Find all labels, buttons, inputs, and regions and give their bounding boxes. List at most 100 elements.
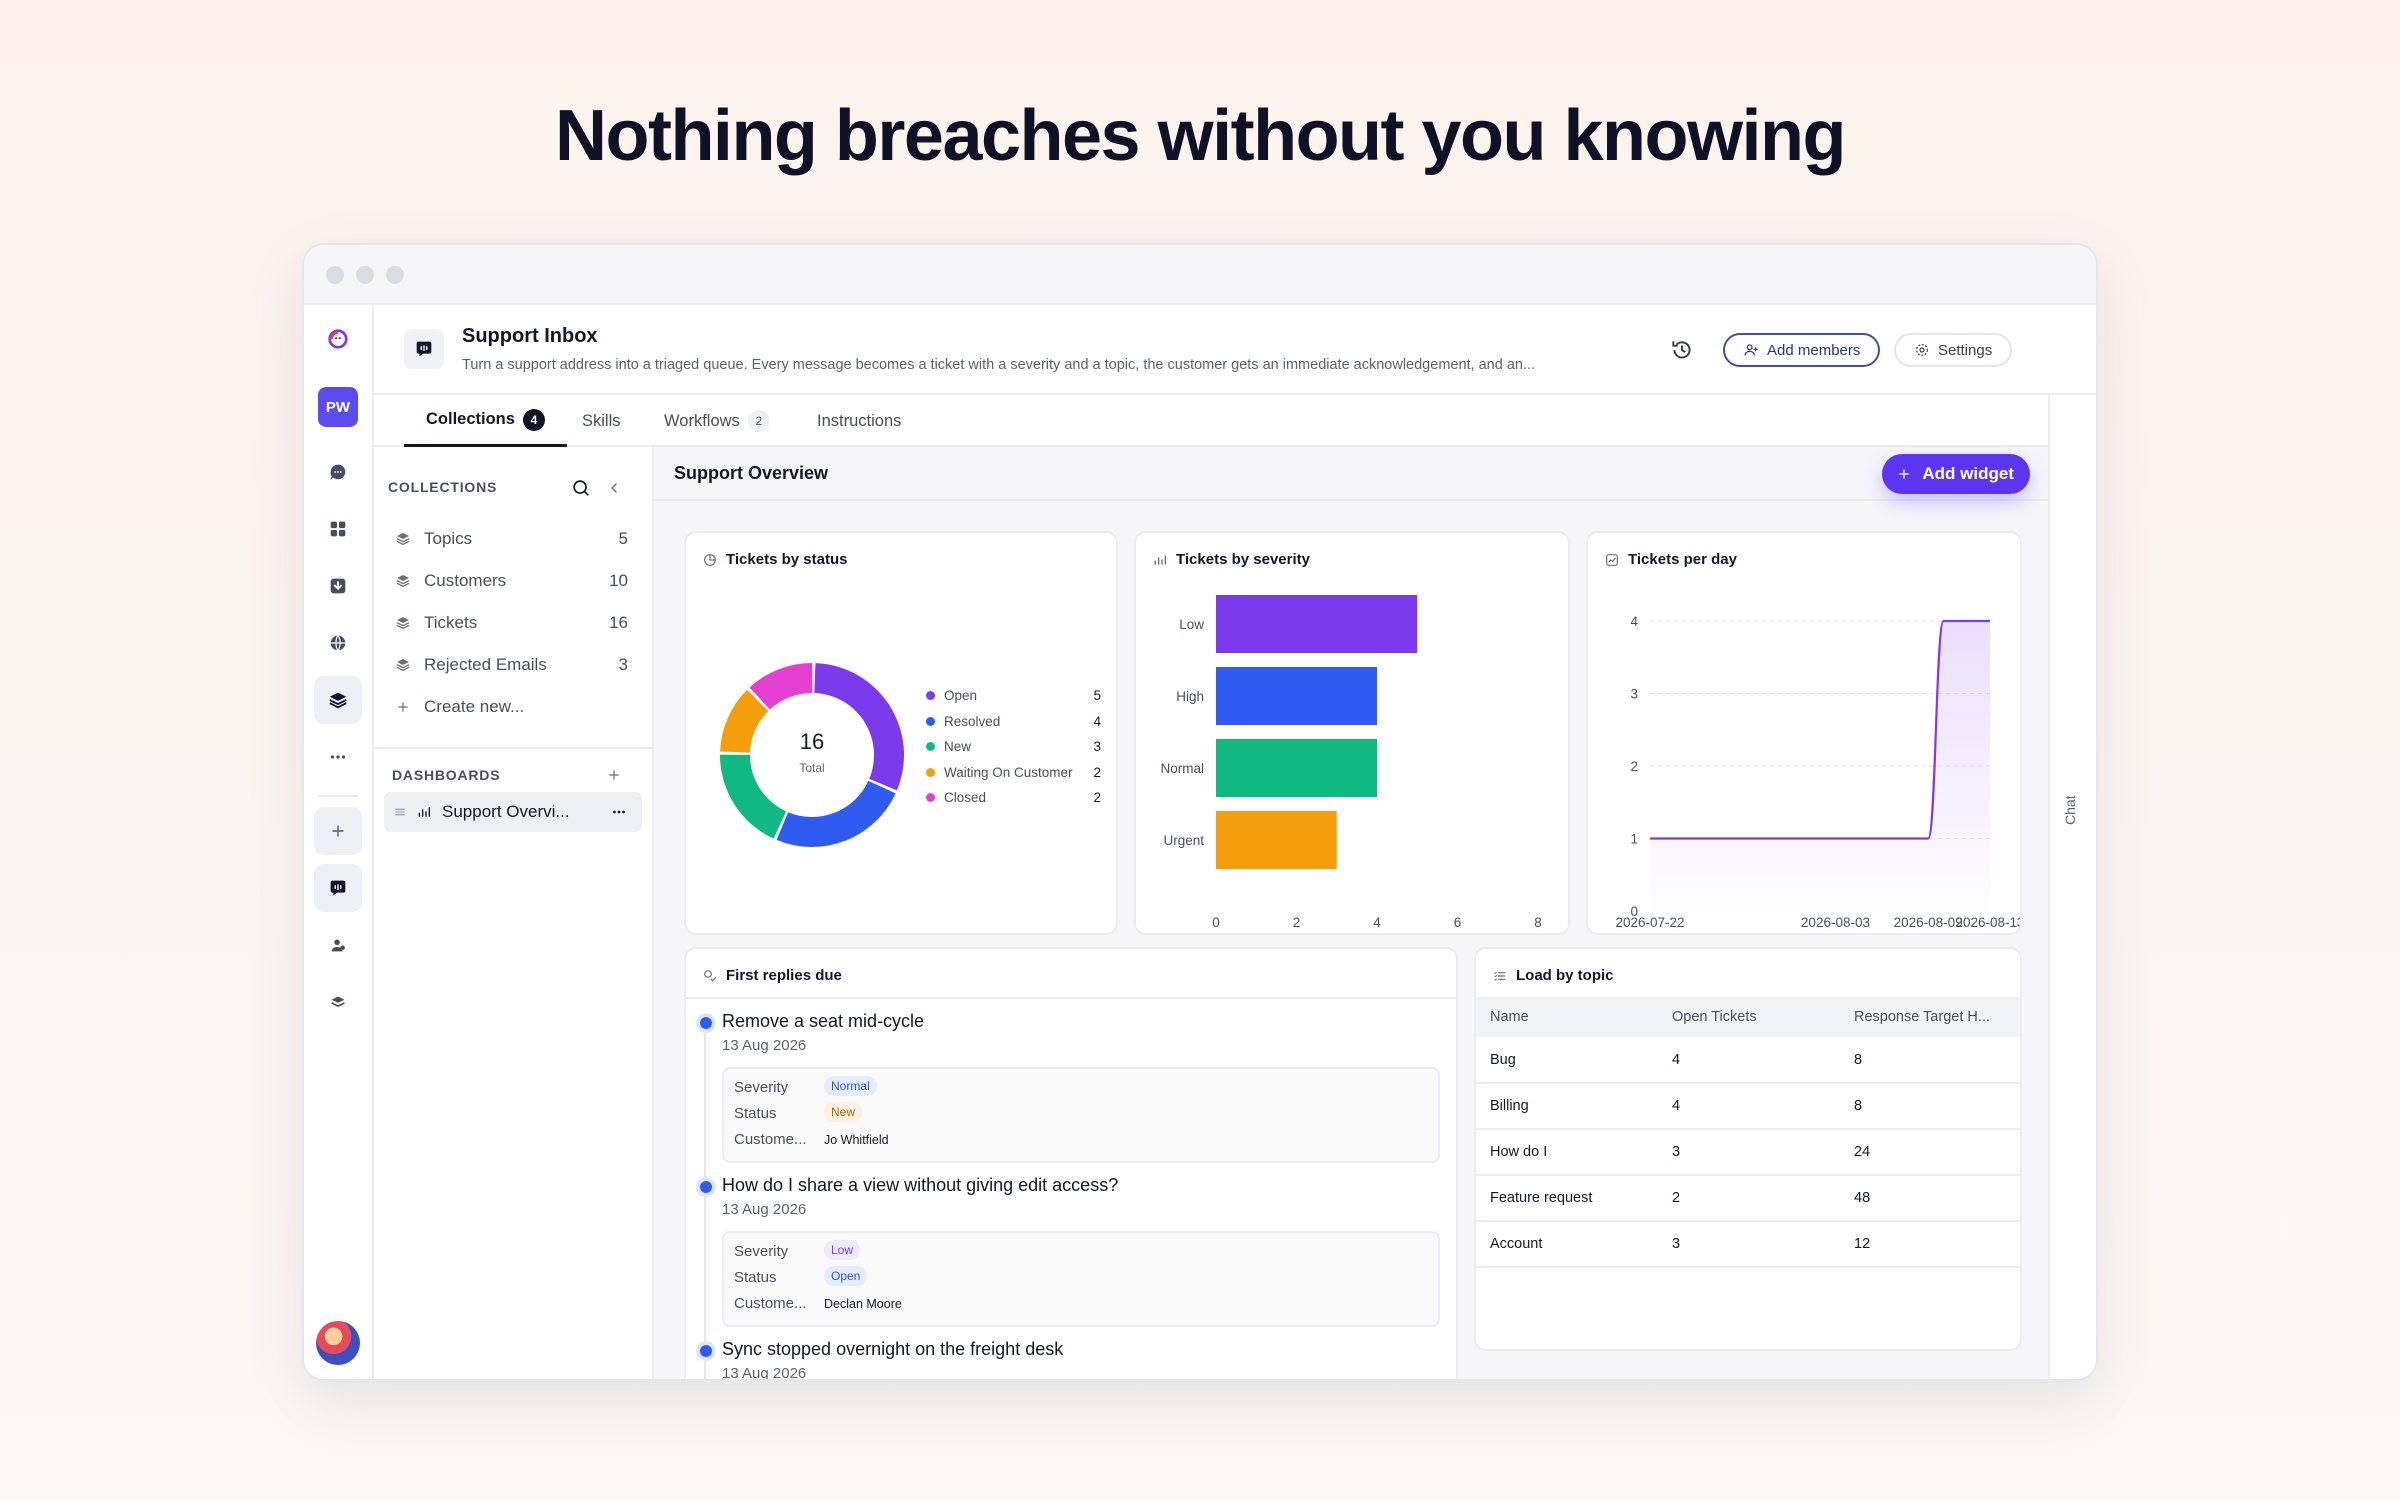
pie-chart-icon bbox=[704, 553, 716, 566]
table-cell: 48 bbox=[1840, 1175, 2020, 1222]
collection-item-tickets[interactable]: Tickets 16 bbox=[396, 608, 636, 638]
customer-label: Custome... bbox=[734, 1131, 807, 1148]
severity-badge: Normal bbox=[824, 1076, 877, 1096]
reply-details: Severity Low Status Open Custome... Decl… bbox=[722, 1231, 1440, 1327]
chat-panel-label: Chat bbox=[2062, 795, 2078, 825]
tab-instructions[interactable]: Instructions bbox=[817, 395, 901, 447]
collection-count: 10 bbox=[609, 571, 628, 590]
column-header[interactable]: Name bbox=[1476, 997, 1658, 1037]
support-inbox-app-icon[interactable] bbox=[314, 864, 362, 912]
layers-icon bbox=[396, 659, 410, 672]
status-legend: Open 5 Resolved 4 New 3 Waiting On Customer 2 Cl… bbox=[926, 688, 1106, 828]
notifications-button[interactable] bbox=[2096, 327, 2098, 373]
tab-workflows[interactable]: Workflows 2 bbox=[664, 395, 770, 447]
legend-swatch bbox=[926, 793, 935, 802]
x-tick-label: 2 bbox=[1293, 915, 1301, 930]
timeline-dot bbox=[700, 1181, 712, 1193]
table-row[interactable]: Billing 4 8 bbox=[1476, 1083, 2020, 1130]
column-header[interactable]: Open Tickets bbox=[1658, 997, 1840, 1037]
widget-first-replies-due: First replies due Remove a seat mid-cycl… bbox=[684, 947, 1458, 1379]
apps-grid-icon[interactable] bbox=[314, 505, 362, 553]
per-day-line-chart: 012342026-07-22 2026-08-03 2026-08-092026-… bbox=[1615, 614, 2020, 930]
reply-item[interactable]: Sync stopped overnight on the freight de… bbox=[700, 1339, 1063, 1379]
table-row[interactable]: Bug 4 8 bbox=[1476, 1037, 2020, 1084]
user-avatar[interactable] bbox=[316, 1321, 360, 1365]
collection-item-topics[interactable]: Topics 5 bbox=[396, 524, 636, 554]
collection-item-rejected-emails[interactable]: Rejected Emails 3 bbox=[396, 650, 636, 680]
add-widget-button[interactable]: Add widget bbox=[1882, 454, 2030, 494]
history-icon[interactable] bbox=[1669, 337, 1695, 363]
legend-item[interactable]: Resolved 4 bbox=[926, 714, 1101, 729]
category-label: Normal bbox=[1160, 761, 1204, 776]
search-icon[interactable] bbox=[570, 477, 592, 499]
globe-icon[interactable] bbox=[314, 619, 362, 667]
legend-swatch bbox=[926, 742, 935, 751]
donut-slice-resolved[interactable] bbox=[776, 780, 896, 847]
collections-heading: COLLECTIONS bbox=[388, 479, 498, 495]
category-label: High bbox=[1176, 689, 1204, 704]
severity-bar-low[interactable] bbox=[1216, 595, 1418, 653]
window-dot-zoom[interactable] bbox=[386, 266, 404, 284]
workspace-avatar[interactable]: PW bbox=[318, 387, 358, 427]
table-cell: Bug bbox=[1476, 1037, 1658, 1084]
widget-tickets-by-severity: Tickets by severity Low High Normal Urgent 0… bbox=[1134, 531, 1570, 935]
people-icon[interactable] bbox=[314, 921, 362, 969]
settings-button[interactable]: Settings bbox=[1894, 333, 2013, 367]
window-dot-minimize[interactable] bbox=[356, 266, 374, 284]
severity-bar-normal[interactable] bbox=[1216, 739, 1377, 797]
tab-skills[interactable]: Skills bbox=[582, 395, 621, 447]
legend-item[interactable]: Waiting On Customer 2 bbox=[926, 765, 1101, 780]
status-badge: Open bbox=[824, 1266, 868, 1286]
table-cell: 24 bbox=[1840, 1129, 2020, 1176]
tab-label: Workflows bbox=[664, 411, 740, 430]
more-dots-icon[interactable] bbox=[314, 733, 362, 781]
collection-item-customers[interactable]: Customers 10 bbox=[396, 566, 636, 596]
table-row[interactable]: Account 3 12 bbox=[1476, 1221, 2020, 1268]
x-tick-label: 2026-08-03 bbox=[1801, 915, 1870, 930]
stack-icon[interactable] bbox=[314, 978, 362, 1026]
dashboards-heading: DASHBOARDS bbox=[392, 767, 501, 783]
category-label: Low bbox=[1179, 617, 1204, 632]
table-cell: 2 bbox=[1658, 1175, 1840, 1222]
create-collection-button[interactable]: Create new... bbox=[398, 692, 636, 722]
plus-icon bbox=[1899, 469, 1910, 479]
dashboard-item-support-overview[interactable]: Support Overvi... bbox=[384, 792, 642, 832]
legend-label: Waiting On Customer bbox=[944, 764, 1073, 780]
add-app-icon[interactable] bbox=[314, 807, 362, 855]
table-row[interactable]: Feature request 2 48 bbox=[1476, 1175, 2020, 1222]
dashboard-title: Support Overview bbox=[674, 463, 829, 483]
table-row[interactable]: How do I 3 24 bbox=[1476, 1129, 2020, 1176]
legend-label: Resolved bbox=[944, 713, 1001, 729]
legend-swatch bbox=[926, 691, 935, 700]
add-members-button[interactable]: Add members bbox=[1723, 333, 1881, 367]
reply-item[interactable]: Remove a seat mid-cycle 13 Aug 2026 Seve… bbox=[700, 1011, 1440, 1163]
legend-item[interactable]: Closed 2 bbox=[926, 790, 1101, 805]
column-header[interactable]: Response Target H... bbox=[1840, 997, 2020, 1037]
severity-label: Severity bbox=[734, 1243, 789, 1260]
legend-item[interactable]: Open 5 bbox=[926, 688, 1101, 703]
tab-label: Collections bbox=[426, 410, 515, 428]
headline: Nothing breaches without you knowing bbox=[555, 96, 1847, 176]
settings-label: Settings bbox=[1938, 341, 1993, 359]
app-description: Turn a support address into a triaged qu… bbox=[462, 357, 1536, 373]
severity-label: Severity bbox=[734, 1079, 789, 1096]
drag-handle-icon[interactable] bbox=[392, 804, 408, 820]
tab-collections[interactable]: Collections 4 bbox=[404, 395, 567, 447]
inbox-icon[interactable] bbox=[314, 562, 362, 610]
widget-title: Load by topic bbox=[1492, 967, 1614, 984]
chat-icon[interactable] bbox=[314, 448, 362, 496]
reply-item[interactable]: How do I share a view without giving edi… bbox=[700, 1175, 1440, 1327]
add-dashboard-icon[interactable] bbox=[606, 767, 622, 783]
layers-icon bbox=[396, 575, 410, 588]
logo-icon[interactable] bbox=[314, 315, 362, 363]
chat-side-panel[interactable]: Chat bbox=[2048, 395, 2096, 1379]
legend-value: 4 bbox=[1093, 713, 1101, 729]
table-cell: 3 bbox=[1658, 1221, 1840, 1268]
window-dot-close[interactable] bbox=[326, 266, 344, 284]
collapse-chevron-icon[interactable] bbox=[606, 479, 624, 497]
severity-bar-urgent[interactable] bbox=[1216, 811, 1337, 869]
layers-icon[interactable] bbox=[314, 676, 362, 724]
legend-item[interactable]: New 3 bbox=[926, 739, 1101, 754]
more-dots-icon[interactable] bbox=[610, 803, 628, 821]
severity-bar-high[interactable] bbox=[1216, 667, 1377, 725]
